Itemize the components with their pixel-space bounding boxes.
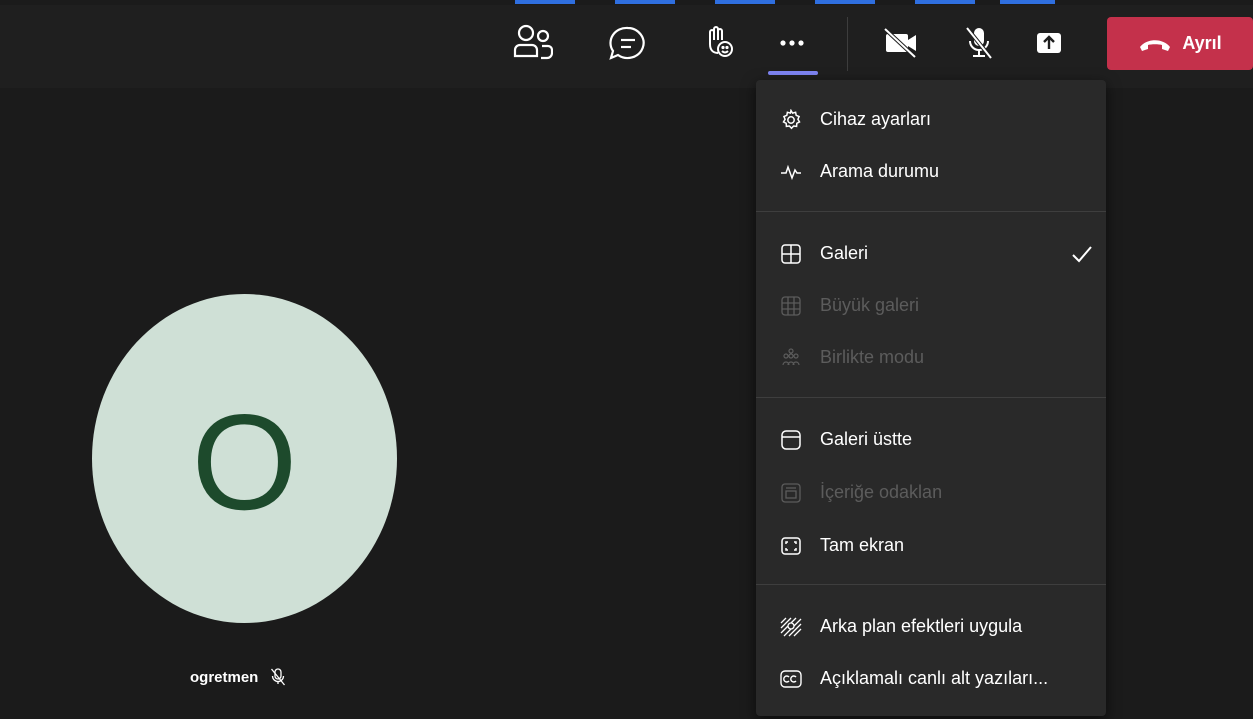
participants-button[interactable] <box>509 19 557 67</box>
checkmark-icon <box>1070 242 1094 271</box>
menu-item-large-gallery[interactable]: Büyük galeri <box>756 280 1106 332</box>
menu-item-label: Tam ekran <box>820 535 905 555</box>
avatar-initial: O <box>191 385 298 538</box>
meeting-toolbar: Ayrıl <box>0 5 1253 88</box>
toolbar-divider <box>847 17 848 71</box>
focus-content-icon <box>780 480 802 506</box>
more-actions-button[interactable] <box>768 19 816 67</box>
menu-item-label: Arka plan efektleri uygula <box>820 616 1023 636</box>
menu-item-fullscreen[interactable]: Tam ekran <box>756 520 1106 572</box>
grid-icon <box>780 241 802 267</box>
mic-off-icon <box>965 26 993 60</box>
background-effects-icon <box>780 614 802 640</box>
reactions-button[interactable] <box>695 19 743 67</box>
menu-item-label: Cihaz ayarları <box>820 109 932 129</box>
gear-icon <box>780 107 802 133</box>
menu-item-background-effects[interactable]: Arka plan efektleri uygula <box>756 601 1106 653</box>
together-mode-icon <box>780 345 802 371</box>
participant-name: ogretmen <box>190 668 259 686</box>
active-indicator <box>768 71 818 75</box>
menu-item-device-settings[interactable]: Cihaz ayarları <box>756 94 1106 146</box>
menu-divider <box>756 211 1106 212</box>
leave-button-label: Ayrıl <box>1182 33 1222 53</box>
menu-item-label: Açıklamalı canlı alt yazıları... <box>820 668 1049 688</box>
share-screen-button[interactable] <box>1025 19 1073 67</box>
camera-off-icon <box>883 27 917 59</box>
menu-item-focus-content[interactable]: İçeriğe odaklan <box>756 467 1106 519</box>
menu-item-label: Galeri üstte <box>820 429 913 449</box>
closed-captions-icon <box>780 666 802 692</box>
menu-item-live-captions[interactable]: Açıklamalı canlı alt yazıları... <box>756 653 1106 705</box>
people-icon <box>513 24 553 60</box>
more-actions-menu: Cihaz ayarları Arama durumu Galeri Büyük… <box>756 80 1106 716</box>
menu-item-label: Galeri <box>820 243 869 263</box>
camera-toggle-button[interactable] <box>877 19 925 67</box>
menu-item-label: Birlikte modu <box>820 347 925 367</box>
menu-item-together-mode[interactable]: Birlikte modu <box>756 332 1106 384</box>
raise-hand-icon <box>709 26 733 57</box>
chat-icon <box>609 26 645 60</box>
leave-button[interactable]: Ayrıl <box>1107 17 1253 70</box>
menu-item-gallery-top[interactable]: Galeri üstte <box>756 414 1106 466</box>
menu-item-label: Büyük galeri <box>820 295 920 315</box>
gallery-top-icon <box>780 427 802 453</box>
mic-off-icon <box>271 668 286 686</box>
mic-toggle-button[interactable] <box>955 19 1003 67</box>
share-screen-icon <box>1037 33 1061 53</box>
menu-divider <box>756 584 1106 585</box>
participant-name-tag: ogretmen <box>190 668 286 686</box>
menu-item-label: İçeriğe odaklan <box>820 482 943 502</box>
large-grid-icon <box>780 293 802 319</box>
menu-item-gallery[interactable]: Galeri <box>756 228 1106 280</box>
fullscreen-icon <box>780 533 802 559</box>
more-icon <box>780 40 804 46</box>
menu-item-call-health[interactable]: Arama durumu <box>756 146 1106 198</box>
menu-item-label: Arama durumu <box>820 161 940 181</box>
pulse-icon <box>780 159 802 185</box>
participant-avatar: O <box>92 294 397 623</box>
menu-divider <box>756 397 1106 398</box>
hang-up-icon <box>1140 39 1171 51</box>
chat-button[interactable] <box>604 19 652 67</box>
